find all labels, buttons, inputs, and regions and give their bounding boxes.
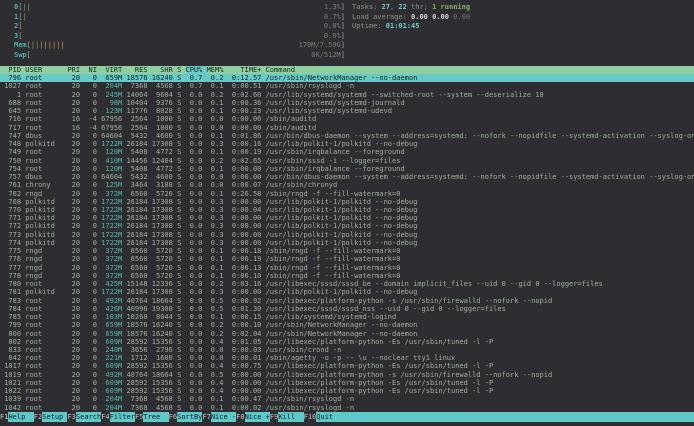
- process-row[interactable]: 716 root 16 -4 67956 2564 1000 S 0.0 0.0…: [0, 115, 694, 123]
- fn-sortby[interactable]: SortBy: [177, 412, 202, 422]
- summary: Tasks: 27, 22 thr; 1 runningLoad average…: [345, 3, 470, 60]
- process-row[interactable]: 772 polkitd 20 0 1722M 26184 17308 S 0.0…: [0, 222, 694, 230]
- memory-meter-bars: ||||||||: [31, 41, 65, 51]
- cpu1-meter-bars: |: [22, 13, 26, 23]
- column-header-pri[interactable]: PRI: [67, 66, 84, 74]
- process-row[interactable]: 774 polkitd 20 0 1722M 26184 17308 S 0.0…: [0, 239, 694, 247]
- fn-filter[interactable]: Filter: [110, 412, 135, 422]
- column-header-virt[interactable]: VIRT: [101, 66, 126, 74]
- table-body: 796 root 20 0 659M 18576 16240 S 0.7 0.2…: [0, 74, 694, 412]
- fn-setup[interactable]: Setup: [42, 412, 67, 422]
- fn-search[interactable]: Search: [76, 412, 101, 422]
- process-row-selected[interactable]: 796 root 20 0 659M 18576 16240 S 0.7 0.2…: [0, 74, 694, 82]
- cpu0-meter-bars: ||: [22, 3, 30, 13]
- fnkey-f3[interactable]: F3: [67, 412, 75, 422]
- process-row[interactable]: 748 polkitd 20 0 1722M 26184 17308 S 0.0…: [0, 140, 694, 148]
- process-row[interactable]: 800 root 20 0 659M 18576 16240 S 0.0 0.2…: [0, 330, 694, 338]
- fnkey-f9[interactable]: F9: [270, 412, 278, 422]
- fnkey-f1[interactable]: F1: [0, 412, 8, 422]
- column-header-res[interactable]: RES: [126, 66, 151, 74]
- process-row[interactable]: 771 polkitd 20 0 1722M 26184 17308 S 0.0…: [0, 214, 694, 222]
- process-row[interactable]: 1019 root 20 0 492M 40764 18664 S 0.0 0.…: [0, 371, 694, 379]
- process-row[interactable]: 773 polkitd 20 0 1722M 26184 17308 S 0.0…: [0, 231, 694, 239]
- process-row[interactable]: 1027 root 20 0 204M 7368 4568 S 0.7 0.1 …: [0, 82, 694, 90]
- process-row[interactable]: 761 chrony 20 0 125M 3464 3188 S 0.0 0.0…: [0, 181, 694, 189]
- column-header-command[interactable]: Command: [266, 66, 296, 74]
- process-row[interactable]: 1021 root 20 0 609M 28592 15356 S 0.0 0.…: [0, 379, 694, 387]
- process-row[interactable]: 833 root 20 0 240M 3656 2796 S 0.0 0.0 0…: [0, 346, 694, 354]
- meters: 0[||1.3%]1[|0.7%]2[0.0%]3[0.0%]Mem[|||||…: [14, 3, 345, 60]
- cpu0-meter: 0[||1.3%]: [14, 3, 345, 13]
- process-row[interactable]: 717 root 16 -4 67956 2564 1000 S 0.0 0.0…: [0, 124, 694, 132]
- load-average-line: Load average: 0.00 0.00 0.00: [352, 13, 470, 23]
- fn-nice--[interactable]: Nice -: [211, 412, 236, 422]
- fnkey-f8[interactable]: F8: [236, 412, 244, 422]
- uptime-line: Uptime: 01:01:45: [352, 22, 470, 32]
- cpu2-meter: 2[0.0%]: [14, 22, 345, 32]
- process-row[interactable]: 750 root 20 0 410M 14456 12404 S 0.0 0.2…: [0, 157, 694, 165]
- fn-quit[interactable]: Quit: [316, 412, 694, 422]
- swap-meter-value: 0K/512M: [311, 51, 341, 61]
- fnkey-f4[interactable]: F4: [101, 412, 109, 422]
- process-row[interactable]: 785 root 20 0 103M 10260 8044 S 0.0 0.1 …: [0, 313, 694, 321]
- process-row[interactable]: 1 root 20 0 245M 14064 9604 S 0.0 0.2 0:…: [0, 91, 694, 99]
- process-row[interactable]: 645 root 20 0 123M 11776 8028 S 0.0 0.1 …: [0, 107, 694, 115]
- process-row[interactable]: 1042 root 20 0 204M 7368 4568 S 0.0 0.1 …: [0, 404, 694, 412]
- process-table: PID USER PRI NI VIRT RES SHR S CPU% MEM%…: [0, 66, 694, 412]
- fn-kill[interactable]: Kill: [278, 412, 303, 422]
- process-row[interactable]: 781 polkitd 20 0 1722M 26184 17308 S 0.0…: [0, 288, 694, 296]
- process-row[interactable]: 688 root 20 0 98M 10404 9376 S 0.0 0.1 0…: [0, 99, 694, 107]
- process-row[interactable]: 784 root 20 0 426M 40996 39308 S 0.0 0.5…: [0, 305, 694, 313]
- process-row[interactable]: 783 root 20 0 492M 40764 18664 S 0.0 0.5…: [0, 297, 694, 305]
- column-header-shr[interactable]: SHR: [152, 66, 177, 74]
- process-row[interactable]: 1022 root 20 0 609M 28592 15356 S 0.0 0.…: [0, 387, 694, 395]
- process-row[interactable]: 778 rngd 20 0 372M 6560 5720 S 0.0 0.1 0…: [0, 272, 694, 280]
- cpu1-meter: 1[|0.7%]: [14, 13, 345, 23]
- process-row[interactable]: 747 dbus 20 0 64604 5432 4600 S 0.0 0.1 …: [0, 132, 694, 140]
- fnkey-f2[interactable]: F2: [34, 412, 42, 422]
- fn-help[interactable]: Help: [8, 412, 33, 422]
- tasks-line: Tasks: 27, 22 thr; 1 running: [352, 3, 470, 13]
- cpu3-meter: 3[0.0%]: [14, 32, 345, 42]
- column-header-ni[interactable]: NI: [84, 66, 101, 74]
- function-key-bar: F1Help F2Setup F3SearchF4FilterF5Tree F6…: [0, 412, 694, 422]
- process-row[interactable]: 799 root 20 0 659M 18576 16240 S 0.0 0.2…: [0, 321, 694, 329]
- fnkey-f5[interactable]: F5: [135, 412, 143, 422]
- fn-tree[interactable]: Tree: [143, 412, 168, 422]
- header-area: 0[||1.3%]1[|0.7%]2[0.0%]3[0.0%]Mem[|||||…: [0, 0, 694, 60]
- process-row[interactable]: 777 rngd 20 0 372M 6560 5720 S 0.0 0.1 0…: [0, 264, 694, 272]
- process-row[interactable]: 757 dbus 20 0 64604 5432 4600 S 0.0 0.0 …: [0, 173, 694, 181]
- process-row[interactable]: 762 rngd 20 0 372M 6560 5720 S 0.0 0.1 0…: [0, 190, 694, 198]
- memory-meter-value: 170M/7.59G: [299, 41, 341, 51]
- cpu2-meter-value: 0.0%: [324, 22, 341, 32]
- process-row[interactable]: 780 root 20 0 425M 15148 12336 S 0.0 0.2…: [0, 280, 694, 288]
- process-row[interactable]: 776 rngd 20 0 372M 6560 5720 S 0.0 0.1 0…: [0, 255, 694, 263]
- column-header-user[interactable]: USER: [25, 66, 67, 74]
- process-row[interactable]: 768 polkitd 20 0 1722M 26184 17308 S 0.0…: [0, 198, 694, 206]
- process-row[interactable]: 842 root 20 0 221M 1712 1600 S 0.0 0.0 0…: [0, 354, 694, 362]
- fnkey-f7[interactable]: F7: [202, 412, 210, 422]
- swap-meter: Swp[0K/512M]: [14, 51, 345, 61]
- cpu0-meter-value: 1.3%: [324, 3, 341, 13]
- process-row[interactable]: 749 root 20 0 120M 5408 4772 S 0.0 0.1 0…: [0, 148, 694, 156]
- cpu1-meter-value: 0.7%: [324, 13, 341, 23]
- cpu3-meter-value: 0.0%: [324, 32, 341, 42]
- process-row[interactable]: 802 root 20 0 609M 28592 15356 S 0.0 0.4…: [0, 338, 694, 346]
- table-header-row: PID USER PRI NI VIRT RES SHR S CPU% MEM%…: [0, 66, 694, 74]
- memory-meter: Mem[||||||||170M/7.59G]: [14, 41, 345, 51]
- column-header-cpu[interactable]: CPU%: [186, 66, 207, 74]
- process-row[interactable]: 770 polkitd 20 0 1722M 26184 17308 S 0.0…: [0, 206, 694, 214]
- column-header-time[interactable]: TIME+: [228, 66, 266, 74]
- column-header-pid[interactable]: PID: [0, 66, 25, 74]
- fn-nice-+[interactable]: Nice +: [245, 412, 270, 422]
- process-row[interactable]: 1039 root 20 0 204M 7368 4568 S 0.0 0.1 …: [0, 395, 694, 403]
- fnkey-f6[interactable]: F6: [169, 412, 177, 422]
- column-header-s[interactable]: S: [177, 66, 185, 74]
- process-row[interactable]: 775 rngd 20 0 372M 6560 5720 S 0.0 0.1 0…: [0, 247, 694, 255]
- process-row[interactable]: 754 root 20 0 120M 5408 4772 S 0.0 0.1 0…: [0, 165, 694, 173]
- column-header-mem[interactable]: MEM%: [207, 66, 228, 74]
- process-row[interactable]: 1017 root 20 0 609M 28592 15356 S 0.0 0.…: [0, 362, 694, 370]
- fnkey-f10[interactable]: F10: [304, 412, 317, 422]
